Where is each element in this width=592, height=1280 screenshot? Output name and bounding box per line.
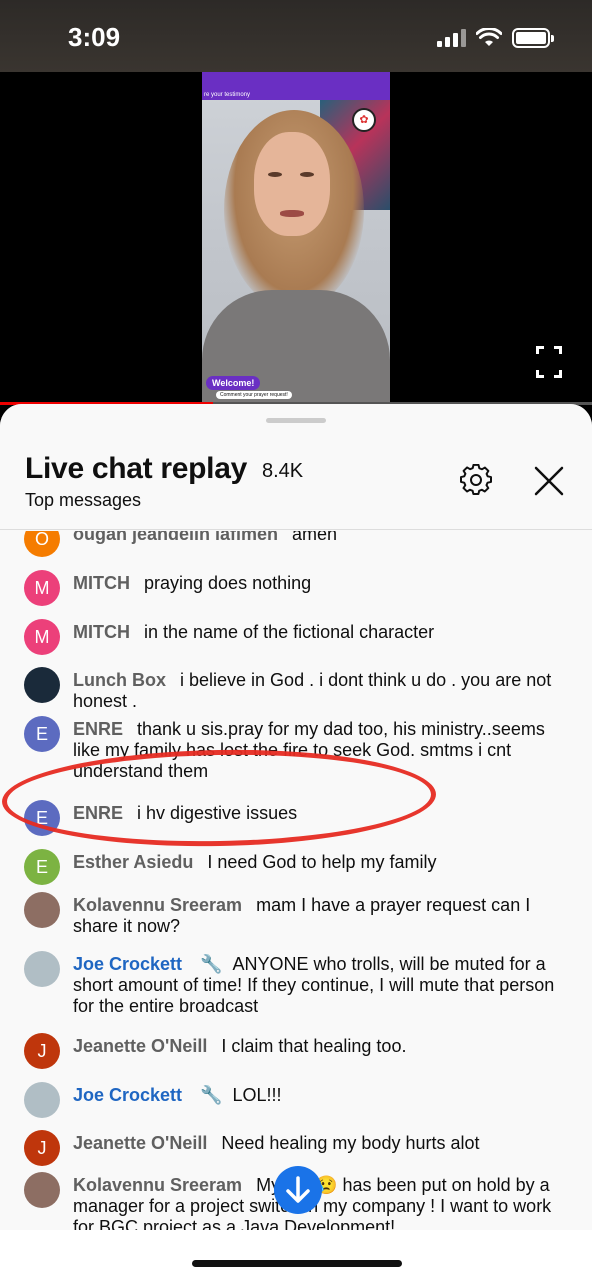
wifi-icon <box>476 28 502 46</box>
avatar[interactable]: M <box>24 570 60 606</box>
chat-author[interactable]: MITCH <box>73 573 130 593</box>
status-bar: 3:09 <box>0 0 592 72</box>
cellular-signal-icon <box>437 29 466 47</box>
chat-message-body: Jeanette O'Neill Need healing my body hur… <box>73 1133 573 1154</box>
chat-author[interactable]: Kolavennu Sreeram <box>73 1175 242 1195</box>
chat-author[interactable]: Kolavennu Sreeram <box>73 895 242 915</box>
channel-logo-icon: ✿ <box>352 108 376 132</box>
chat-message-body: Lunch Box i believe in God . i dont think… <box>73 670 573 712</box>
chat-message-body: Joe Crockett 🔧 ANYONE who trolls, will be … <box>73 954 573 1017</box>
chat-message-list[interactable]: Oougan jeandelin lafimen amen M MITCH prayin… <box>0 531 592 1231</box>
arrow-down-icon <box>286 1176 310 1203</box>
avatar[interactable]: E <box>24 716 60 752</box>
scroll-to-bottom-button[interactable] <box>274 1166 322 1214</box>
moderator-wrench-icon: 🔧 <box>200 1085 223 1105</box>
video-frame: re your testimony ✿ Welcome! Comment you… <box>202 72 390 404</box>
status-icons <box>437 28 554 48</box>
chat-message-text: I claim that healing too. <box>221 1036 407 1056</box>
chat-message-text: praying does nothing <box>144 573 312 593</box>
chat-message-text: amen <box>292 531 338 544</box>
chat-author[interactable]: Esther Asiedu <box>73 852 193 872</box>
chat-message-body: ougan jeandelin lafimen amen <box>73 531 573 545</box>
video-player[interactable]: re your testimony ✿ Welcome! Comment you… <box>0 72 592 404</box>
chat-author[interactable]: Joe Crockett <box>73 954 182 974</box>
home-indicator[interactable] <box>192 1260 402 1267</box>
gear-icon[interactable] <box>460 464 492 496</box>
avatar[interactable] <box>24 951 60 987</box>
avatar[interactable] <box>24 667 60 703</box>
avatar[interactable] <box>24 1172 60 1208</box>
chat-message-body: Joe Crockett 🔧 LOL!!! <box>73 1085 573 1106</box>
chat-author[interactable]: Lunch Box <box>73 670 166 690</box>
chat-message-body: Kolavennu SreeramMy CV 😢 has been put on… <box>73 1175 573 1231</box>
chat-message-text: in the name of the fictional character <box>144 622 435 642</box>
chat-header: Live chat replay 8.4K Top messages <box>0 404 592 530</box>
comment-prompt: Comment your prayer request! <box>216 391 292 399</box>
speaker-face <box>254 132 330 236</box>
avatar[interactable]: J <box>24 1033 60 1069</box>
chat-filter-dropdown[interactable]: Top messages <box>25 490 141 511</box>
chat-message-body: Kolavennu Sreeram mam I have a prayer req… <box>73 895 573 937</box>
chat-message-body: MITCH in the name of the fictional charac… <box>73 622 573 643</box>
drag-handle[interactable] <box>266 418 326 423</box>
moderator-wrench-icon: 🔧 <box>200 954 223 974</box>
chat-author[interactable]: ougan jeandelin lafimen <box>73 531 278 544</box>
fullscreen-icon[interactable] <box>536 346 562 378</box>
close-icon[interactable] <box>534 466 564 496</box>
chat-message-text: LOL!!! <box>232 1085 282 1105</box>
chat-author[interactable]: Joe Crockett <box>73 1085 182 1105</box>
avatar[interactable]: J <box>24 1130 60 1166</box>
avatar[interactable]: E <box>24 849 60 885</box>
chat-message-body: MITCH praying does nothing <box>73 573 573 594</box>
video-caption: re your testimony <box>204 92 251 98</box>
avatar[interactable]: M <box>24 619 60 655</box>
chat-message-text: Need healing my body hurts alot <box>221 1133 480 1153</box>
chat-author[interactable]: Jeanette O'Neill <box>73 1036 207 1056</box>
avatar[interactable]: O <box>24 531 60 557</box>
chat-message-body: Esther Asiedu I need God to help my famil… <box>73 852 573 873</box>
avatar[interactable] <box>24 1082 60 1118</box>
chat-viewer-count: 8.4K <box>262 460 304 482</box>
live-chat-panel: Live chat replay 8.4K Top messages Oouga… <box>0 404 592 1280</box>
welcome-label: Welcome! <box>206 376 261 390</box>
chat-title: Live chat replay <box>25 452 247 485</box>
chat-author[interactable]: ENRE <box>73 719 123 739</box>
chat-message-text: I need God to help my family <box>207 852 437 872</box>
battery-icon <box>512 28 554 48</box>
chat-message-body: Jeanette O'Neill I claim that healing too… <box>73 1036 573 1057</box>
chat-author[interactable]: MITCH <box>73 622 130 642</box>
status-time: 3:09 <box>68 22 121 52</box>
chat-author[interactable]: Jeanette O'Neill <box>73 1133 207 1153</box>
home-bar-area <box>0 1230 592 1280</box>
avatar[interactable] <box>24 892 60 928</box>
